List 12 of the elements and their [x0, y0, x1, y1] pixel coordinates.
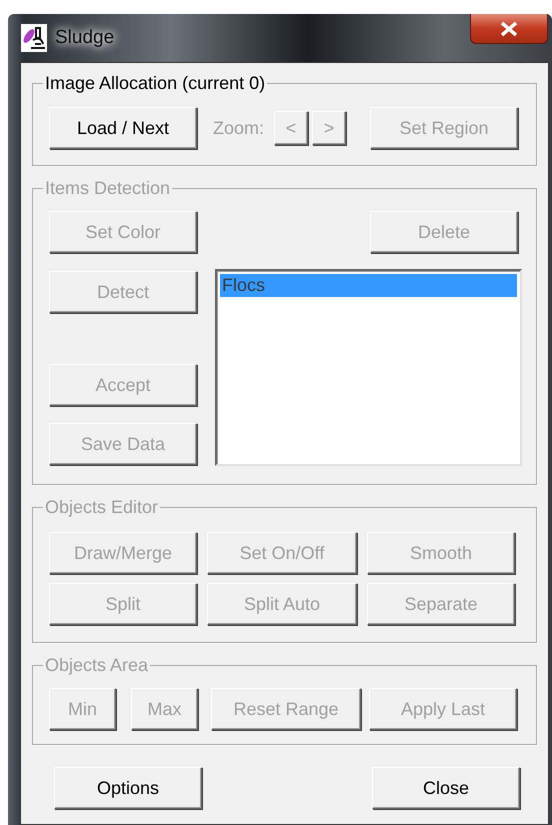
window-title: Sludge	[55, 27, 114, 49]
button[interactable]: Options	[54, 767, 202, 809]
microscope-icon	[21, 24, 47, 52]
group-label: Items Detection	[44, 178, 172, 199]
button[interactable]: Load / Next	[49, 107, 197, 149]
close-icon	[499, 20, 519, 36]
zoom-label: Zoom:	[213, 118, 264, 138]
group-label: Objects Editor	[44, 497, 160, 518]
group-label: Objects Area	[44, 655, 150, 676]
group-label: Image Allocation (current 0)	[44, 73, 266, 94]
close-button[interactable]	[470, 14, 548, 44]
button[interactable]: Close	[372, 767, 520, 809]
